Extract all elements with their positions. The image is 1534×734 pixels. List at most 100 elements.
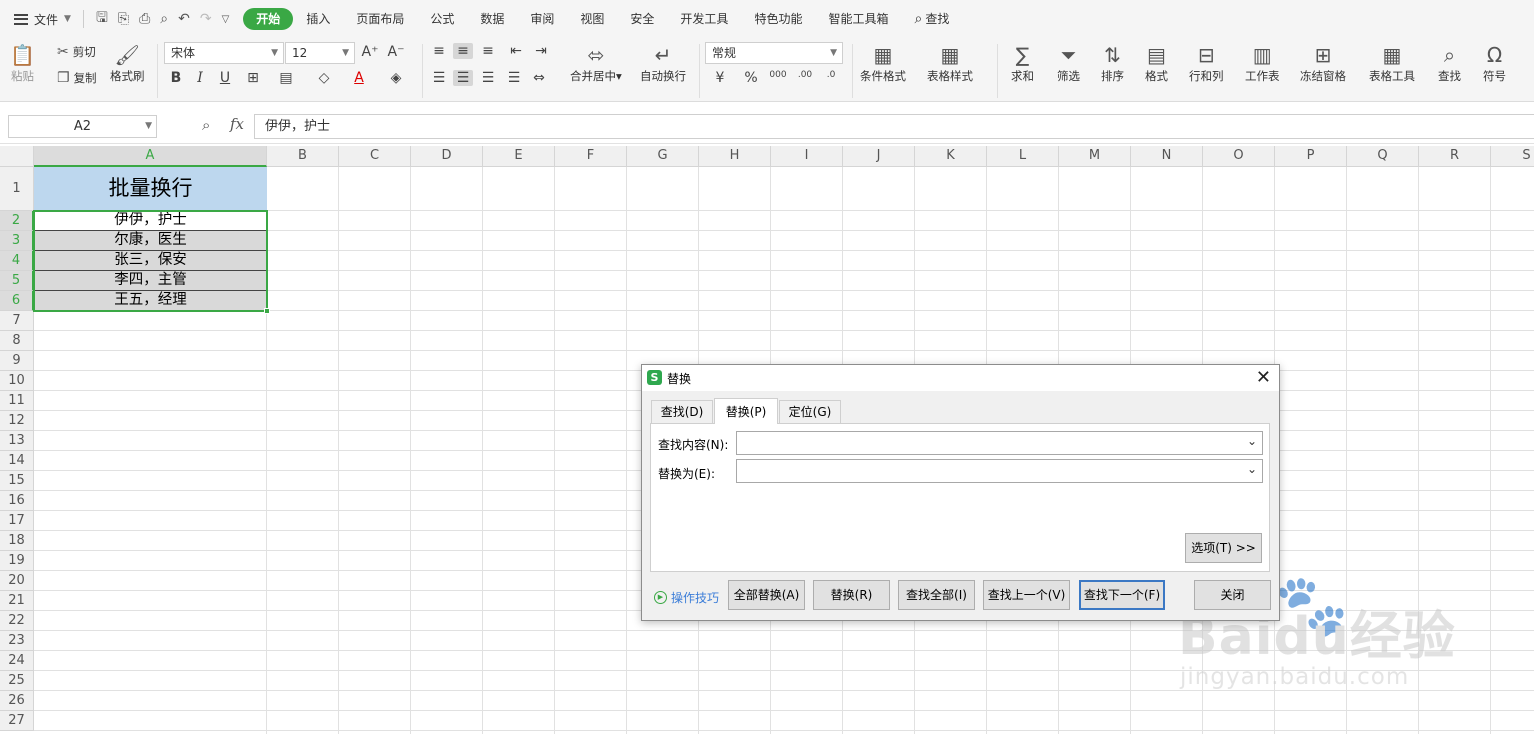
tab-replace[interactable]: 替换(P) bbox=[714, 398, 778, 424]
data-cell[interactable]: 王五，经理 bbox=[34, 291, 267, 311]
row-header-24[interactable]: 24 bbox=[0, 651, 34, 671]
format-painter-button[interactable]: 🖌 格式刷 bbox=[110, 42, 145, 84]
merge-center-button[interactable]: ⬄ 合并居中▾ bbox=[570, 42, 622, 84]
align-top-icon[interactable]: ≡ bbox=[429, 43, 449, 59]
row-header-9[interactable]: 9 bbox=[0, 351, 34, 371]
column-header-c[interactable]: C bbox=[339, 146, 411, 167]
row-header-13[interactable]: 13 bbox=[0, 431, 34, 451]
distributed-icon[interactable]: ⇔ bbox=[529, 70, 549, 86]
column-header-a[interactable]: A bbox=[34, 146, 267, 167]
decrease-indent-icon[interactable]: ⇤ bbox=[506, 43, 526, 59]
column-header-g[interactable]: G bbox=[627, 146, 699, 167]
worksheet-button[interactable]: ▥ 工作表 bbox=[1245, 42, 1280, 84]
align-middle-icon[interactable]: ≡ bbox=[453, 43, 473, 59]
increase-decimal-icon[interactable]: .00 bbox=[795, 70, 815, 80]
conditional-format-button[interactable]: ▦ 条件格式 bbox=[860, 42, 906, 84]
row-header-17[interactable]: 17 bbox=[0, 511, 34, 531]
column-header-b[interactable]: B bbox=[267, 146, 339, 167]
format-button[interactable]: ▤ 格式 bbox=[1145, 42, 1168, 84]
symbol-button[interactable]: Ω 符号 bbox=[1483, 42, 1506, 84]
tab-home[interactable]: 开始 bbox=[243, 8, 294, 30]
redo-icon[interactable]: ↷ bbox=[200, 11, 212, 27]
column-header-s[interactable]: S bbox=[1491, 146, 1534, 167]
font-name-select[interactable]: 宋体 ▼ bbox=[164, 42, 284, 64]
column-header-r[interactable]: R bbox=[1419, 146, 1491, 167]
column-header-m[interactable]: M bbox=[1059, 146, 1131, 167]
column-header-q[interactable]: Q bbox=[1347, 146, 1419, 167]
row-header-12[interactable]: 12 bbox=[0, 411, 34, 431]
cut-button[interactable]: ✂ 剪切 bbox=[57, 44, 96, 60]
row-header-1[interactable]: 1 bbox=[0, 167, 34, 211]
undo-icon[interactable]: ↶ bbox=[178, 11, 190, 27]
dialog-titlebar[interactable]: S 替换 ✕ bbox=[642, 365, 1279, 391]
table-style-button[interactable]: ▦ 表格样式 bbox=[927, 42, 973, 84]
increase-indent-icon[interactable]: ⇥ bbox=[531, 43, 551, 59]
row-header-15[interactable]: 15 bbox=[0, 471, 34, 491]
row-header-8[interactable]: 8 bbox=[0, 331, 34, 351]
row-header-10[interactable]: 10 bbox=[0, 371, 34, 391]
filter-button[interactable]: ⏷ 筛选 bbox=[1057, 42, 1080, 84]
replace-all-button[interactable]: 全部替换(A) bbox=[728, 580, 805, 610]
header-cell[interactable]: 批量换行 bbox=[34, 167, 267, 211]
find-content-input[interactable]: ⌄ bbox=[736, 431, 1263, 455]
column-header-n[interactable]: N bbox=[1131, 146, 1203, 167]
row-header-27[interactable]: 27 bbox=[0, 711, 34, 731]
border-icon[interactable]: ⊞ bbox=[243, 70, 263, 86]
bold-icon[interactable]: B bbox=[166, 70, 186, 86]
wrap-text-button[interactable]: ↵ 自动换行 bbox=[640, 42, 686, 84]
tab-formulas[interactable]: 公式 bbox=[417, 8, 467, 30]
row-col-button[interactable]: ⊟ 行和列 bbox=[1189, 42, 1224, 84]
row-header-21[interactable]: 21 bbox=[0, 591, 34, 611]
font-color-icon[interactable]: A bbox=[349, 70, 369, 86]
formula-input[interactable]: 伊伊，护士 bbox=[254, 114, 1534, 139]
tab-security[interactable]: 安全 bbox=[617, 8, 667, 30]
row-header-22[interactable]: 22 bbox=[0, 611, 34, 631]
find-button[interactable]: ⌕ 查找 bbox=[1438, 42, 1461, 84]
row-header-18[interactable]: 18 bbox=[0, 531, 34, 551]
fx-icon[interactable]: fx bbox=[230, 115, 244, 133]
tab-goto[interactable]: 定位(G) bbox=[779, 400, 841, 423]
number-format-select[interactable]: 常规 ▼ bbox=[705, 42, 843, 64]
data-cell[interactable]: 张三，保安 bbox=[34, 251, 267, 271]
column-header-k[interactable]: K bbox=[915, 146, 987, 167]
copy-button[interactable]: ❐ 复制 bbox=[57, 70, 97, 86]
row-header-2[interactable]: 2 bbox=[0, 211, 34, 231]
column-header-f[interactable]: F bbox=[555, 146, 627, 167]
increase-font-icon[interactable]: A⁺ bbox=[360, 44, 380, 60]
find-next-button[interactable]: 查找下一个(F) bbox=[1079, 580, 1165, 610]
align-bottom-icon[interactable]: ≡ bbox=[478, 43, 498, 59]
data-cell[interactable]: 李四，主管 bbox=[34, 271, 267, 291]
row-header-5[interactable]: 5 bbox=[0, 271, 34, 291]
decrease-font-icon[interactable]: A⁻ bbox=[386, 44, 406, 60]
save-icon[interactable]: 🖫 bbox=[96, 7, 108, 31]
italic-icon[interactable]: I bbox=[190, 70, 210, 86]
chevron-down-icon[interactable]: ⌄ bbox=[1247, 462, 1257, 476]
column-header-l[interactable]: L bbox=[987, 146, 1059, 167]
select-all-corner[interactable] bbox=[0, 146, 34, 167]
find-previous-button[interactable]: 查找上一个(V) bbox=[983, 580, 1070, 610]
tab-features[interactable]: 特色功能 bbox=[741, 8, 815, 30]
paste-button[interactable]: 📋 粘贴 bbox=[10, 42, 35, 84]
tab-data[interactable]: 数据 bbox=[467, 8, 517, 30]
fill-color-icon[interactable]: ◇ bbox=[314, 70, 334, 86]
row-header-14[interactable]: 14 bbox=[0, 451, 34, 471]
tab-review[interactable]: 审阅 bbox=[517, 8, 567, 30]
print-preview-icon[interactable]: ⌕ bbox=[160, 11, 168, 27]
search-command[interactable]: ⌕ 查找 bbox=[901, 8, 962, 30]
align-left-icon[interactable]: ☰ bbox=[429, 70, 449, 86]
file-menu[interactable]: 文件 ▼ bbox=[0, 0, 79, 38]
column-header-i[interactable]: I bbox=[771, 146, 843, 167]
row-header-26[interactable]: 26 bbox=[0, 691, 34, 711]
fill-style-icon[interactable]: ▤ bbox=[276, 70, 296, 86]
row-header-25[interactable]: 25 bbox=[0, 671, 34, 691]
replace-button[interactable]: 替换(R) bbox=[813, 580, 890, 610]
chevron-down-icon[interactable]: ⌄ bbox=[1247, 434, 1257, 448]
sort-button[interactable]: ⇅ 排序 bbox=[1101, 42, 1124, 84]
tab-page-layout[interactable]: 页面布局 bbox=[343, 8, 417, 30]
tab-view[interactable]: 视图 bbox=[567, 8, 617, 30]
column-header-o[interactable]: O bbox=[1203, 146, 1275, 167]
options-button[interactable]: 选项(T) >> bbox=[1185, 533, 1262, 563]
row-header-16[interactable]: 16 bbox=[0, 491, 34, 511]
row-header-3[interactable]: 3 bbox=[0, 231, 34, 251]
row-header-23[interactable]: 23 bbox=[0, 631, 34, 651]
